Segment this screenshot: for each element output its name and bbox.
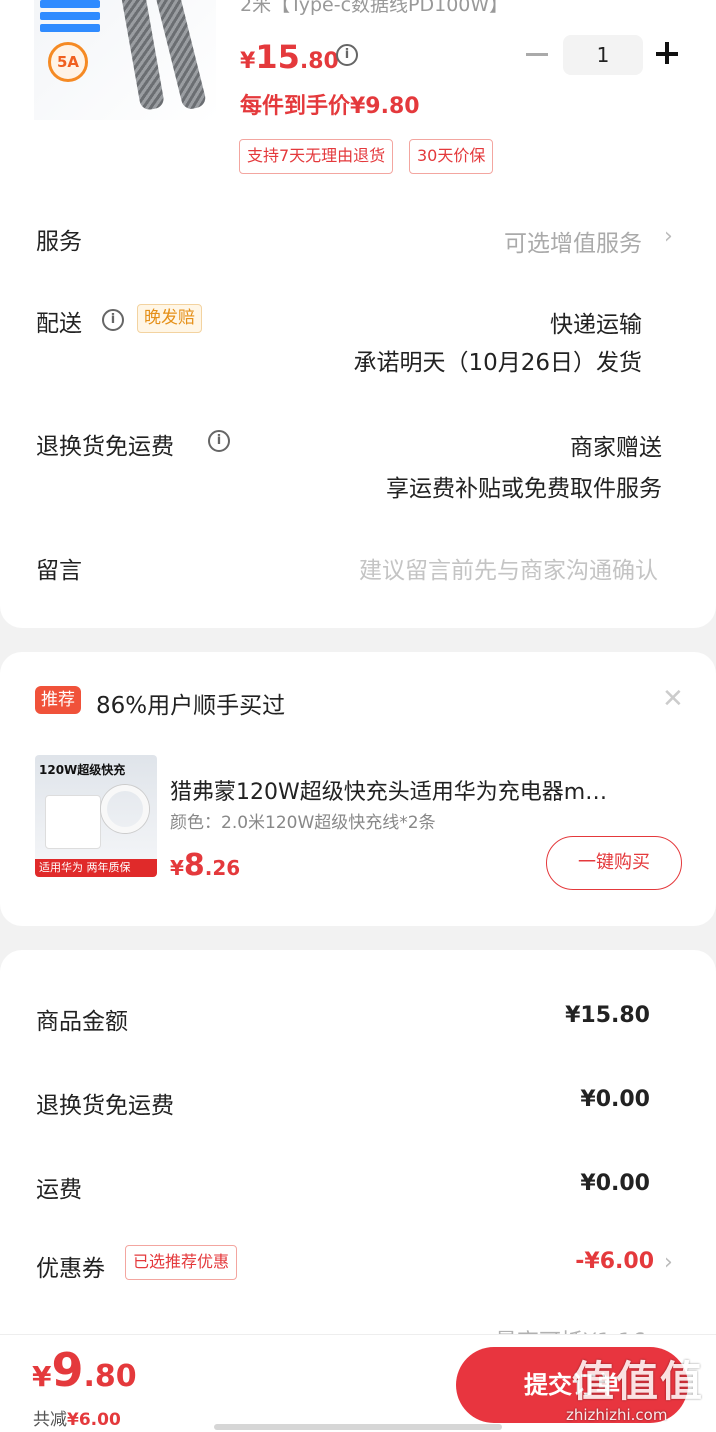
- order-card: 5A 2米【Type-c数据线PD100W】 ¥15.80 i 每件到手价¥9.…: [0, 0, 716, 628]
- summary-value-coupon[interactable]: -¥6.00: [575, 1249, 654, 1274]
- late-compensation-tag: 晚发赔: [137, 304, 202, 333]
- recommend-product-image[interactable]: 120W超级快充 适用华为 两年质保: [35, 755, 157, 877]
- recommend-sku: 颜色：2.0米120W超级快充线*2条: [170, 813, 436, 833]
- chevron-right-icon[interactable]: ›: [664, 224, 673, 249]
- home-indicator[interactable]: [214, 1424, 502, 1430]
- unit-price: 每件到手价¥9.80: [240, 94, 420, 119]
- return-shipping-label: 退换货免运费: [36, 434, 174, 460]
- recommend-title: 86%用户顺手买过: [96, 693, 286, 719]
- summary-value-shipping: ¥0.00: [580, 1171, 650, 1196]
- summary-value-goods: ¥15.80: [565, 1003, 650, 1028]
- product-image[interactable]: 5A: [34, 0, 216, 120]
- recommend-badge: 推荐: [35, 686, 81, 714]
- image-footer: 适用华为 两年质保: [35, 859, 157, 877]
- summary-label-return: 退换货免运费: [36, 1093, 174, 1119]
- recommend-price: ¥8.26: [170, 848, 241, 883]
- recommend-product-name[interactable]: 猎弗蒙120W超级快充头适用华为充电器m…: [170, 774, 682, 806]
- charger-illustration: [45, 795, 101, 849]
- plus-icon[interactable]: [654, 40, 682, 68]
- delivery-label: 配送: [36, 311, 82, 337]
- service-value[interactable]: 可选增值服务: [504, 224, 642, 258]
- product-price: ¥15.80: [240, 38, 339, 76]
- return-shipping-info-icon[interactable]: i: [208, 430, 230, 452]
- cable-illustration: [118, 0, 166, 112]
- total-price: ¥9.80: [32, 1343, 137, 1397]
- summary-label-coupon: 优惠券: [36, 1256, 105, 1282]
- summary-value-return: ¥0.00: [580, 1087, 650, 1112]
- delivery-promise: 承诺明天（10月26日）发货: [353, 350, 642, 376]
- image-header: 120W超级快充: [39, 763, 126, 777]
- price-info-icon[interactable]: i: [336, 44, 358, 66]
- summary-label-goods: 商品金额: [36, 1009, 128, 1035]
- message-input[interactable]: 建议留言前先与商家沟通确认: [359, 551, 658, 585]
- return-policy-tag: 支持7天无理由退货: [239, 139, 394, 174]
- return-shipping-detail: 享运费补贴或免费取件服务: [386, 476, 662, 502]
- cable-coil-illustration: [101, 785, 149, 833]
- total-saved: 共减¥6.00: [33, 1410, 121, 1430]
- return-shipping-value: 商家赠送: [570, 435, 662, 461]
- watermark-url: zhizhizhi.com: [566, 1406, 668, 1424]
- message-label: 留言: [36, 558, 82, 584]
- price-protection-tag: 30天价保: [409, 139, 494, 174]
- service-label: 服务: [36, 229, 82, 255]
- coupon-tag: 已选推荐优惠: [125, 1245, 238, 1280]
- product-title: 2米【Type-c数据线PD100W】: [240, 0, 509, 16]
- five-a-badge: 5A: [48, 42, 88, 82]
- one-click-buy-button[interactable]: 一键购买: [546, 836, 682, 890]
- image-badges: [40, 0, 100, 36]
- chevron-right-icon[interactable]: ›: [664, 1250, 673, 1275]
- delivery-method: 快递运输: [550, 312, 642, 338]
- summary-label-shipping: 运费: [36, 1177, 82, 1203]
- recommend-card: 推荐 86%用户顺手买过 ✕ 120W超级快充 适用华为 两年质保 猎弗蒙120…: [0, 652, 716, 926]
- delivery-info-icon[interactable]: i: [102, 309, 124, 331]
- minus-icon[interactable]: [524, 38, 550, 68]
- quantity-input[interactable]: 1: [563, 35, 643, 75]
- watermark-logo: 值值值: [571, 1357, 704, 1406]
- close-icon[interactable]: ✕: [662, 684, 684, 714]
